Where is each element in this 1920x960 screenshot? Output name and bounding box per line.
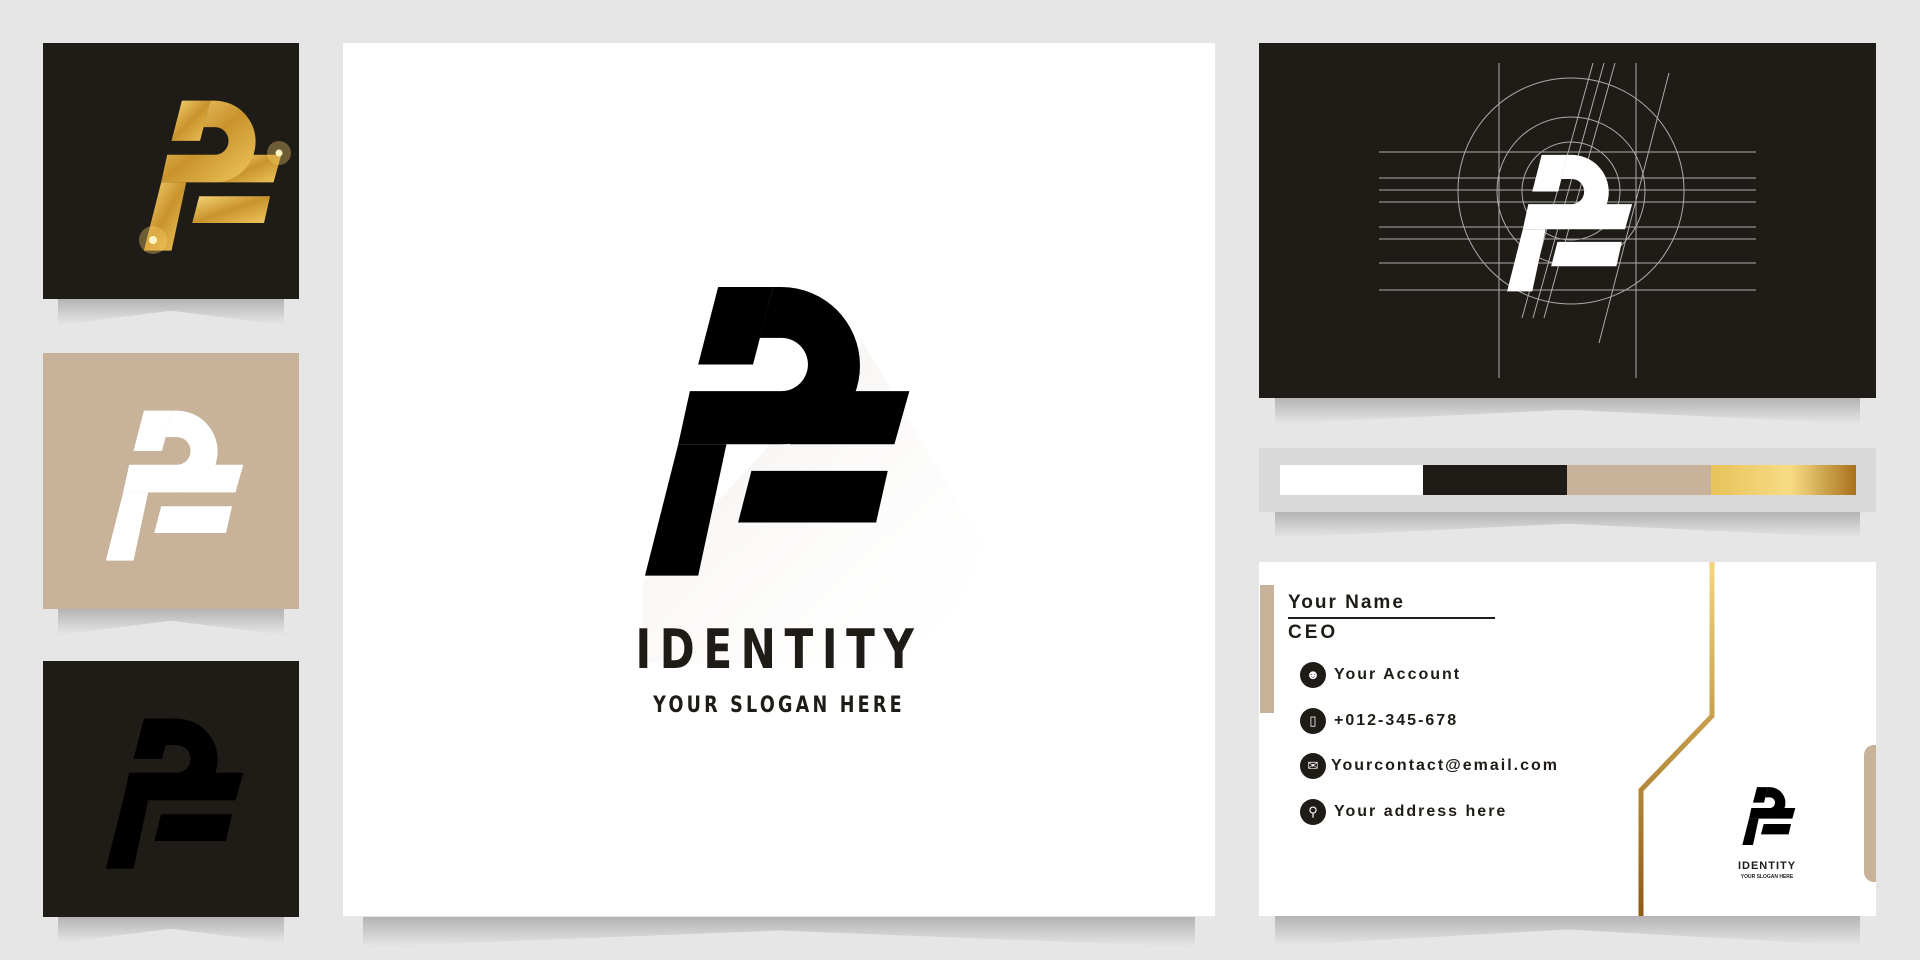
swatch-tan: [1567, 465, 1711, 495]
construction-grid: [1379, 62, 1756, 378]
gold-monogram-logo: [139, 100, 291, 254]
contact-phone: +012-345-678: [1334, 712, 1459, 729]
main-logo-card: .mc .a{fill:#c8b29a}.mc .b{fill:#958370}…: [343, 43, 1215, 916]
white-logo-tile: [43, 353, 299, 609]
brand-slogan: YOUR SLOGAN HERE: [653, 693, 905, 718]
main-monogram-logo: .mc .a{fill:#c8b29a}.mc .b{fill:#958370}: [643, 286, 983, 663]
white-monogram-logo: [105, 410, 244, 561]
card-title: CEO: [1288, 622, 1339, 643]
tan-logo-tile: .t3 .a{fill:#c8b29a}.t3 .b{fill:#958370}: [43, 661, 299, 917]
contact-account: Your Account: [1334, 666, 1462, 683]
user-icon: ☻: [1300, 662, 1326, 688]
color-palette: [1259, 448, 1876, 512]
card-name: Your Name: [1288, 592, 1405, 613]
gold-logo-tile: [43, 43, 299, 299]
logo-grid-card: [1259, 43, 1876, 398]
swatch-white: [1280, 465, 1423, 495]
tan-monogram-logo: .t3 .a{fill:#c8b29a}.t3 .b{fill:#958370}: [105, 718, 244, 869]
swatch-gold: [1711, 465, 1856, 495]
card-monogram-logo: .cl .a{fill:#c8b29a}.cl .b{fill:#958370}: [1742, 787, 1796, 845]
brand-name: IDENTITY: [635, 618, 923, 681]
business-card: Your Name CEO ☻ Your Account ▯ +012-345-…: [1259, 562, 1876, 916]
contact-email: Yourcontact@email.com: [1331, 757, 1560, 774]
mail-icon: ✉: [1300, 753, 1326, 779]
location-pin-icon: ⚲: [1300, 799, 1326, 825]
phone-icon: ▯: [1300, 708, 1326, 734]
swatch-dark: [1423, 465, 1567, 495]
card-brand-name: IDENTITY: [1737, 860, 1797, 872]
card-brand-slogan: YOUR SLOGAN HERE: [1740, 874, 1794, 880]
contact-address: Your address here: [1334, 803, 1508, 820]
